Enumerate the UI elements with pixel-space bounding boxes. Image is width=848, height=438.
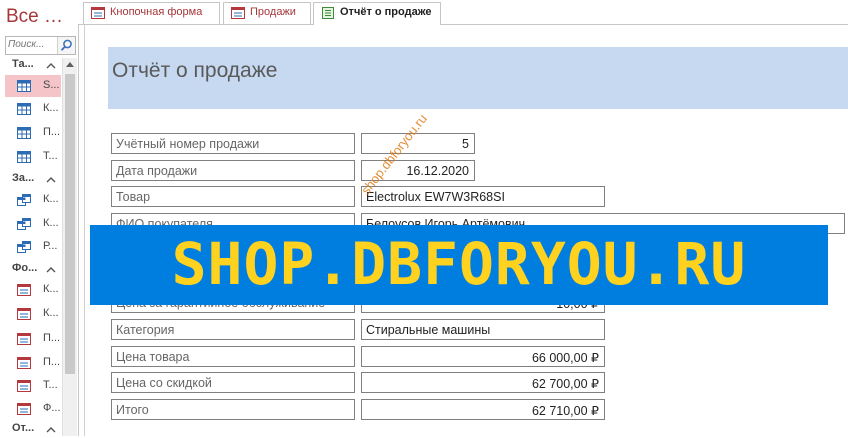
field-value-discount-price: 62 700,00 ₽ [361,372,605,393]
tab-label: Кнопочная форма [110,6,203,18]
form-icon [17,284,31,296]
nav-item-label: П... [43,126,61,138]
nav-scrollbar[interactable] [62,58,77,436]
field-label-discount-price: Цена со скидкой [111,372,355,393]
form-icon [91,7,105,19]
field-label-sale-number: Учётный номер продажи [111,133,355,154]
label-text: Итого [116,403,149,417]
watermark-banner-text: SHOP.DBFORYOU.RU [171,230,747,298]
value-text: 66 000,00 ₽ [531,351,599,365]
document-tab-bar: Кнопочная форма Продажи Отчёт о продаже [78,0,848,25]
chevron-up-icon[interactable] [46,175,56,185]
nav-item-label: Т... [43,150,58,162]
report-header: Отчёт о продаже [108,47,848,109]
label-text: Дата продажи [116,164,198,178]
chevron-up-icon[interactable] [46,425,56,435]
scroll-up-arrow-icon[interactable] [63,58,77,72]
nav-item-table[interactable]: S... [5,75,61,97]
table-icon [17,151,31,163]
search-button[interactable] [57,37,75,54]
field-label-sale-date: Дата продажи [111,160,355,181]
field-value-total: 62 710,00 ₽ [361,399,605,420]
field-value-sale-number: 5 [361,133,475,154]
nav-item-label: К... [43,283,59,295]
form-icon [17,357,31,369]
chevron-up-icon[interactable] [46,61,56,71]
nav-item-form[interactable]: П... [5,352,61,374]
nav-pane-title[interactable]: Все … [6,6,63,28]
nav-group-queries[interactable]: За... [12,172,34,188]
label-text: Категория [116,323,175,337]
nav-item-label: П... [43,356,61,368]
value-text: 62 710,00 ₽ [531,404,599,418]
value-text: Стиральные машины [366,323,491,337]
report-icon [322,7,334,19]
nav-item-label: Р... [43,240,58,252]
watermark-banner: SHOP.DBFORYOU.RU [90,225,828,305]
form-icon [17,308,31,320]
nav-item-query[interactable]: К... [5,189,61,211]
label-text: Учётный номер продажи [116,137,260,151]
nav-item-form[interactable]: Т... [5,375,61,397]
value-text: Electrolux EW7W3R68SI [366,190,505,204]
query-icon [17,241,31,253]
query-icon [17,194,31,206]
value-text: 62 700,00 ₽ [531,377,599,391]
nav-item-label: К... [43,217,59,229]
search-box [5,36,76,55]
nav-item-table[interactable]: Т... [5,146,61,168]
nav-group-forms[interactable]: Фо... [12,262,37,278]
nav-item-label: К... [43,102,59,114]
form-icon [17,403,31,415]
field-label-product-price: Цена товара [111,346,355,367]
search-icon [60,39,72,51]
value-text: 16.12.2020 [406,164,469,178]
chevron-up-icon[interactable] [46,265,56,275]
table-icon [17,80,31,92]
field-value-product: Electrolux EW7W3R68SI [361,186,605,207]
nav-item-label: П... [43,332,61,344]
nav-item-form[interactable]: К... [5,303,61,325]
field-value-product-price: 66 000,00 ₽ [361,346,605,367]
nav-item-label: S... [43,79,60,91]
field-value-category: Стиральные машины [361,319,605,340]
search-input[interactable] [6,37,56,52]
value-text: 5 [462,137,469,151]
field-label-product: Товар [111,186,355,207]
field-label-category: Категория [111,319,355,340]
label-text: Цена со скидкой [116,376,212,390]
scroll-thumb[interactable] [65,74,75,374]
tab-label: Продажи [250,6,296,18]
nav-item-table[interactable]: К... [5,98,61,120]
nav-item-query[interactable]: К... [5,213,61,235]
nav-item-label: К... [43,307,59,319]
nav-group-tables[interactable]: Та... [12,58,34,74]
tab-sale-report[interactable]: Отчёт о продаже [313,2,441,25]
nav-item-label: Ф... [43,402,61,414]
label-text: Товар [116,190,151,204]
nav-item-label: К... [43,193,59,205]
nav-item-query[interactable]: Р... [5,236,61,258]
nav-item-form[interactable]: Ф... [5,398,61,420]
table-icon [17,127,31,139]
form-icon [17,380,31,392]
report-title: Отчёт о продаже [112,59,278,82]
tab-switchboard-form[interactable]: Кнопочная форма [83,2,220,24]
nav-item-form[interactable]: К... [5,279,61,301]
label-text: Цена товара [116,350,190,364]
tab-label: Отчёт о продаже [340,6,432,18]
form-icon [17,333,31,345]
nav-item-form[interactable]: П... [5,328,61,350]
navigation-pane: Все … Та... S... К... П... Т... За... К.… [0,0,79,436]
field-label-total: Итого [111,399,355,420]
query-icon [17,218,31,230]
nav-item-label: Т... [43,379,58,391]
form-icon [231,7,245,19]
nav-item-table[interactable]: П... [5,122,61,144]
table-icon [17,103,31,115]
tab-sales[interactable]: Продажи [223,2,311,24]
